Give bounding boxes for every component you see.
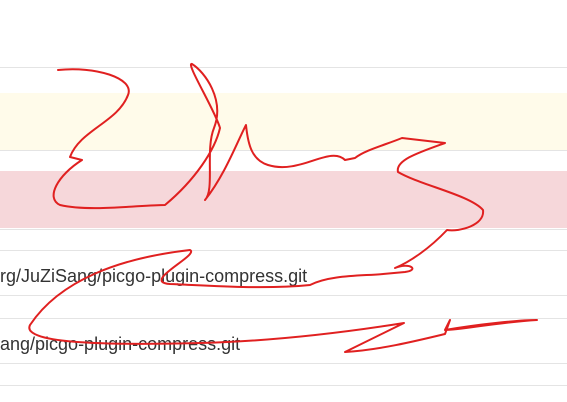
- divider: [0, 250, 567, 251]
- repository-url-text: rg/JuZiSang/picgo-plugin-compress.git: [0, 266, 308, 286]
- divider: [0, 150, 567, 151]
- table-row-warning[interactable]: [0, 93, 567, 150]
- divider: [0, 363, 567, 364]
- divider: [0, 67, 567, 68]
- divider: [0, 295, 567, 296]
- table-row-danger[interactable]: [0, 171, 567, 228]
- divider: [0, 229, 567, 230]
- divider: [0, 318, 567, 319]
- page: rg/JuZiSang/picgo-plugin-compress.git an…: [0, 0, 567, 402]
- repository-url-text: ang/picgo-plugin-compress.git: [0, 334, 241, 354]
- divider: [0, 385, 567, 386]
